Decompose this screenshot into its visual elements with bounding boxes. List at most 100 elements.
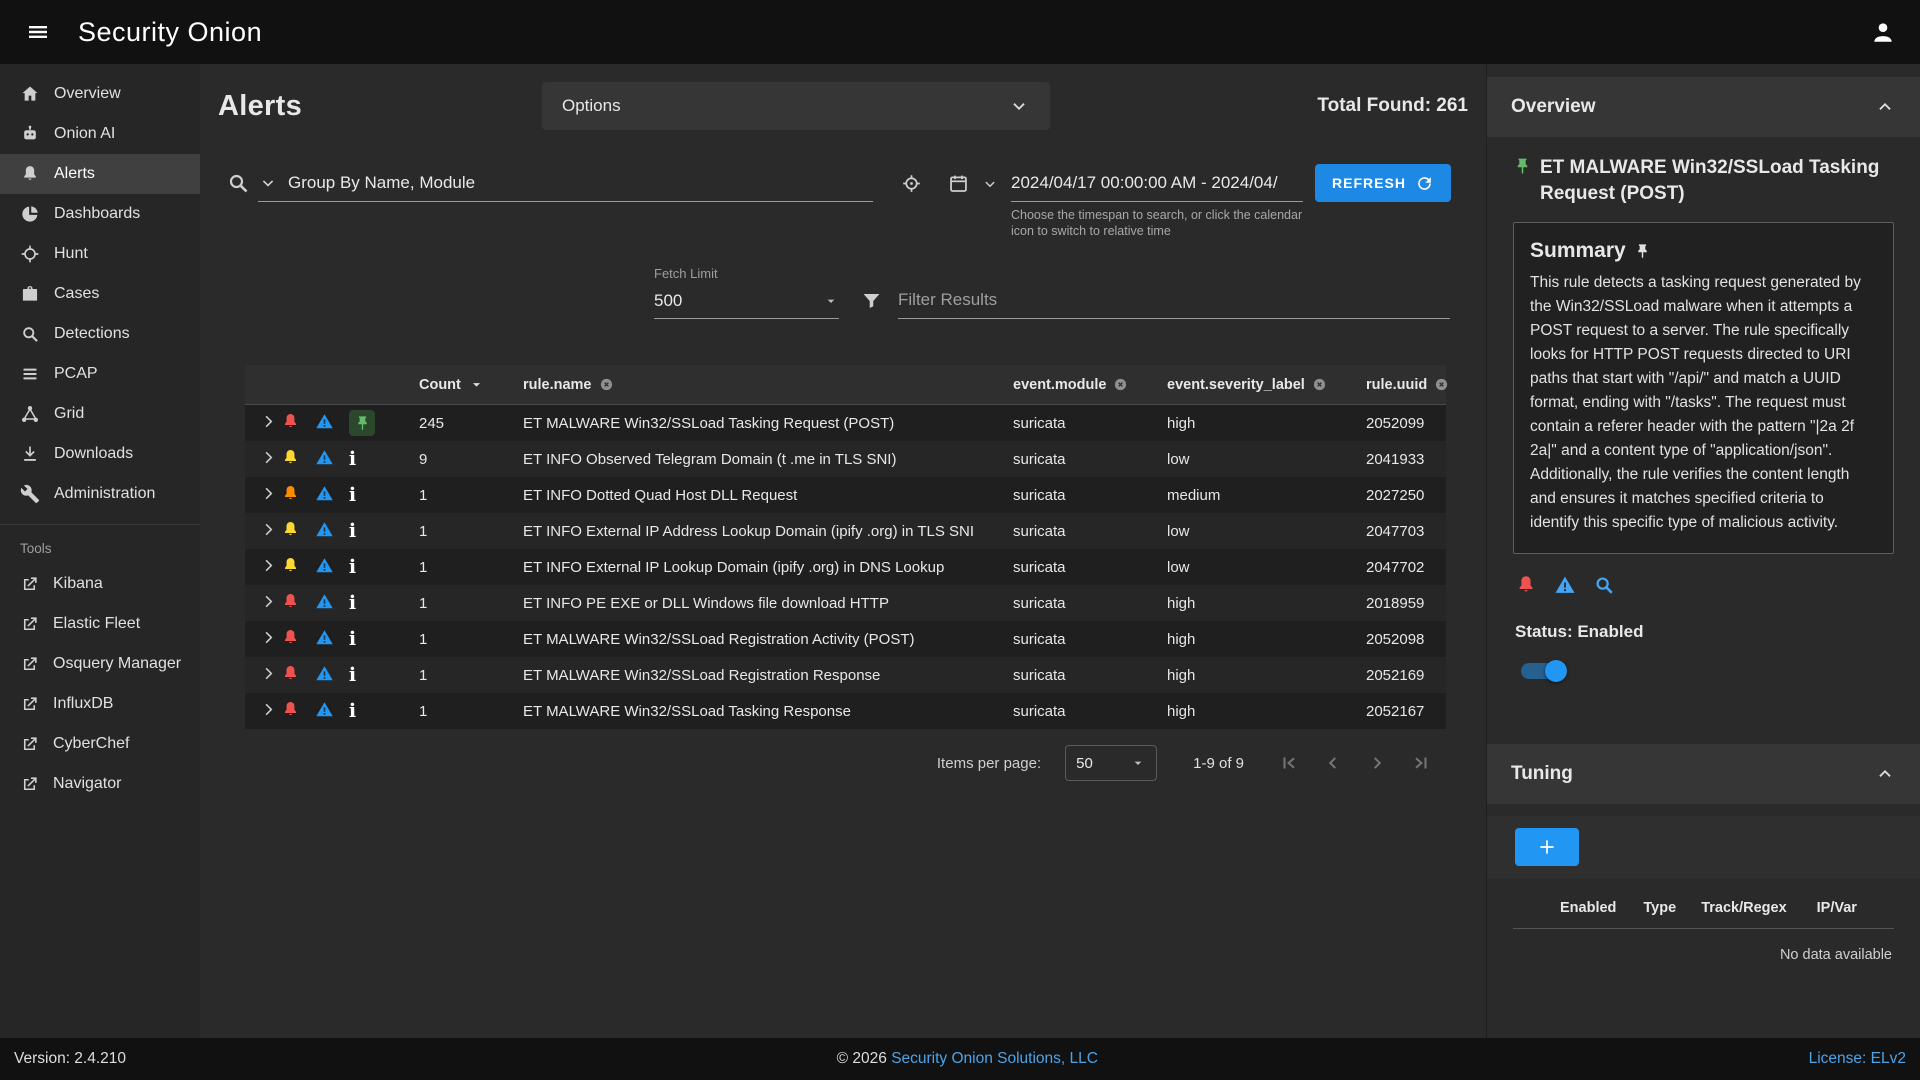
group-by-input[interactable] <box>288 173 873 193</box>
cell-severity[interactable]: high <box>1156 667 1316 684</box>
date-range-input[interactable] <box>1011 173 1303 193</box>
cell-uuid[interactable]: 2052169 <box>1316 667 1446 684</box>
cell-uuid[interactable]: 2052098 <box>1316 631 1446 648</box>
threshold-warning-icon[interactable] <box>1554 574 1576 596</box>
cell-count[interactable]: 245 <box>393 415 493 432</box>
sidebar-item-navigator[interactable]: Navigator <box>0 764 200 804</box>
sort-desc-icon[interactable] <box>468 376 485 393</box>
next-page-button[interactable] <box>1366 752 1388 774</box>
chevron-down-icon[interactable] <box>258 173 278 193</box>
overview-panel-header[interactable]: Overview <box>1487 77 1920 137</box>
user-account-button[interactable] <box>1866 15 1900 49</box>
cell-count[interactable]: 9 <box>393 451 493 468</box>
alert-bell-icon[interactable] <box>281 628 300 647</box>
warning-triangle-icon[interactable] <box>315 700 334 719</box>
expand-row-icon[interactable] <box>259 700 278 719</box>
info-icon[interactable]: ℹ <box>349 484 356 506</box>
sidebar-item-osquery-manager[interactable]: Osquery Manager <box>0 644 200 684</box>
add-tuning-button[interactable] <box>1515 828 1579 866</box>
cell-uuid[interactable]: 2047703 <box>1316 523 1446 540</box>
cell-rule-name[interactable]: ET INFO Observed Telegram Domain (t .me … <box>493 451 1001 468</box>
chevron-down-icon[interactable] <box>981 175 999 193</box>
cell-severity[interactable]: high <box>1156 703 1316 720</box>
expand-row-icon[interactable] <box>259 448 278 467</box>
first-page-button[interactable] <box>1278 752 1300 774</box>
cell-module[interactable]: suricata <box>1001 451 1156 468</box>
warning-triangle-icon[interactable] <box>315 592 334 611</box>
expand-row-icon[interactable] <box>259 520 278 539</box>
cell-count[interactable]: 1 <box>393 523 493 540</box>
warning-triangle-icon[interactable] <box>315 448 334 467</box>
warning-triangle-icon[interactable] <box>315 484 334 503</box>
alert-bell-icon[interactable] <box>281 592 300 611</box>
info-icon[interactable]: ℹ <box>349 520 356 542</box>
cell-severity[interactable]: low <box>1156 559 1316 576</box>
cell-rule-name[interactable]: ET INFO Dotted Quad Host DLL Request <box>493 487 1001 504</box>
remove-groupby-icon[interactable] <box>599 377 614 392</box>
cell-rule-name[interactable]: ET INFO PE EXE or DLL Windows file downl… <box>493 595 1001 612</box>
column-header-rule-name[interactable]: rule.name <box>493 377 1001 393</box>
sidebar-item-alerts[interactable]: Alerts <box>0 154 200 194</box>
cell-count[interactable]: 1 <box>393 559 493 576</box>
cell-uuid[interactable]: 2052167 <box>1316 703 1446 720</box>
cell-count[interactable]: 1 <box>393 631 493 648</box>
cell-severity[interactable]: high <box>1156 595 1316 612</box>
pin-badge[interactable] <box>349 410 375 436</box>
cell-module[interactable]: suricata <box>1001 415 1156 432</box>
cell-rule-name[interactable]: ET MALWARE Win32/SSLoad Tasking Response <box>493 703 1001 720</box>
warning-triangle-icon[interactable] <box>315 664 334 683</box>
alert-bell-icon[interactable] <box>281 520 300 539</box>
cell-count[interactable]: 1 <box>393 703 493 720</box>
sidebar-item-administration[interactable]: Administration <box>0 474 200 514</box>
column-header-count[interactable]: Count <box>393 376 493 393</box>
cell-severity[interactable]: high <box>1156 631 1316 648</box>
options-dropdown[interactable]: Options <box>542 82 1050 130</box>
sidebar-item-pcap[interactable]: PCAP <box>0 354 200 394</box>
sidebar-item-cyberchef[interactable]: CyberChef <box>0 724 200 764</box>
cell-module[interactable]: suricata <box>1001 595 1156 612</box>
cell-uuid[interactable]: 2041933 <box>1316 451 1446 468</box>
expand-row-icon[interactable] <box>259 592 278 611</box>
expand-row-icon[interactable] <box>259 628 278 647</box>
alert-bell-icon[interactable] <box>1515 574 1537 596</box>
cell-uuid[interactable]: 2018959 <box>1316 595 1446 612</box>
expand-row-icon[interactable] <box>259 664 278 683</box>
company-link[interactable]: Security Onion Solutions, LLC <box>891 1050 1098 1067</box>
info-icon[interactable]: ℹ <box>349 700 356 722</box>
info-icon[interactable]: ℹ <box>349 556 356 578</box>
cell-severity[interactable]: high <box>1156 415 1316 432</box>
sidebar-item-kibana[interactable]: Kibana <box>0 564 200 604</box>
alert-bell-icon[interactable] <box>281 412 300 431</box>
cell-module[interactable]: suricata <box>1001 667 1156 684</box>
cell-module[interactable]: suricata <box>1001 487 1156 504</box>
info-icon[interactable]: ℹ <box>349 448 356 470</box>
cell-count[interactable]: 1 <box>393 487 493 504</box>
sidebar-item-overview[interactable]: Overview <box>0 74 200 114</box>
sidebar-item-onion-ai[interactable]: Onion AI <box>0 114 200 154</box>
column-header-event-module[interactable]: event.module <box>1001 377 1156 393</box>
calendar-icon[interactable] <box>948 173 969 194</box>
expand-row-icon[interactable] <box>259 484 278 503</box>
hamburger-menu-button[interactable] <box>20 14 56 50</box>
cell-rule-name[interactable]: ET MALWARE Win32/SSLoad Registration Res… <box>493 667 1001 684</box>
warning-triangle-icon[interactable] <box>315 412 334 431</box>
alert-bell-icon[interactable] <box>281 664 300 683</box>
info-icon[interactable]: ℹ <box>349 592 356 614</box>
cell-module[interactable]: suricata <box>1001 523 1156 540</box>
cell-module[interactable]: suricata <box>1001 559 1156 576</box>
sidebar-item-cases[interactable]: Cases <box>0 274 200 314</box>
alert-bell-icon[interactable] <box>281 448 300 467</box>
warning-triangle-icon[interactable] <box>315 556 334 575</box>
cell-rule-name[interactable]: ET INFO External IP Lookup Domain (ipify… <box>493 559 1001 576</box>
cell-rule-name[interactable]: ET INFO External IP Address Lookup Domai… <box>493 523 1001 540</box>
column-header-rule-uuid[interactable]: rule.uuid <box>1316 377 1446 393</box>
sidebar-item-detections[interactable]: Detections <box>0 314 200 354</box>
items-per-page-select[interactable]: 50 <box>1065 745 1157 781</box>
target-icon[interactable] <box>901 173 922 194</box>
sidebar-item-hunt[interactable]: Hunt <box>0 234 200 274</box>
previous-page-button[interactable] <box>1322 752 1344 774</box>
remove-groupby-icon[interactable] <box>1113 377 1128 392</box>
last-page-button[interactable] <box>1410 752 1432 774</box>
remove-groupby-icon[interactable] <box>1434 377 1449 392</box>
cell-uuid[interactable]: 2047702 <box>1316 559 1446 576</box>
